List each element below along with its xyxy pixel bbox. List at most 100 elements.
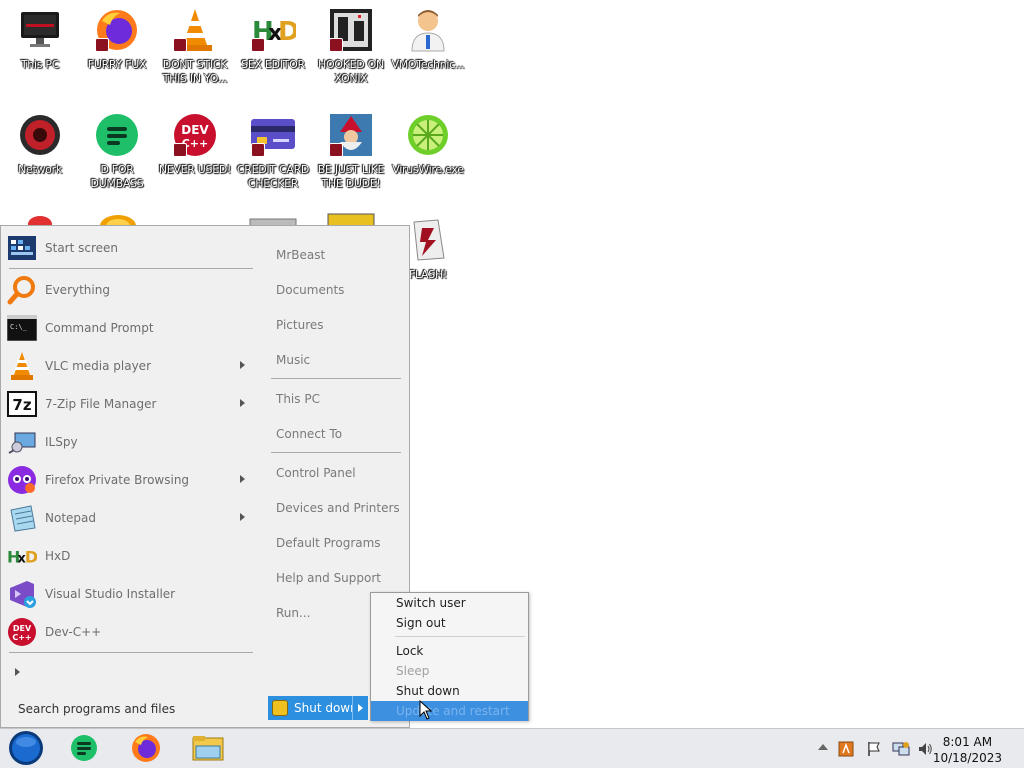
start-menu-item-command-prompt[interactable]: C:\_ Command Prompt xyxy=(7,311,255,345)
start-menu-item-ilspy[interactable]: ILSpy xyxy=(7,425,255,459)
desktop-icon-viruswire[interactable]: VirusWire.exe xyxy=(391,111,465,177)
places-link-devices-printers[interactable]: Devices and Printers xyxy=(276,501,400,515)
start-menu-item-label: Notepad xyxy=(45,511,96,525)
start-button[interactable] xyxy=(6,730,46,767)
desktop-icon-furry-fux[interactable]: FURRY FUX xyxy=(80,6,154,72)
start-menu-item-label: Dev-C++ xyxy=(45,625,102,639)
hxd-icon: HxD xyxy=(7,541,37,571)
vs-installer-icon xyxy=(7,579,37,609)
desktop-icon-vmotechnic[interactable]: VMOTechnic... xyxy=(391,6,465,72)
cmd-icon: C:\_ xyxy=(7,313,37,343)
all-programs-arrow-icon[interactable] xyxy=(15,668,20,676)
power-item-sleep: Sleep xyxy=(396,664,430,678)
desktop-icon-network[interactable]: Network xyxy=(3,111,77,177)
power-item-shut-down[interactable]: Shut down xyxy=(371,681,528,701)
power-options-menu: Switch user Sign out Lock Sleep Shut dow… xyxy=(370,592,529,721)
power-menu-separator xyxy=(395,636,525,637)
vlc-cone-icon xyxy=(7,351,37,381)
firefox-icon xyxy=(131,733,161,766)
places-link-documents[interactable]: Documents xyxy=(276,283,344,297)
start-menu-item-7zip[interactable]: 7z 7-Zip File Manager xyxy=(7,387,255,421)
xonix-game-icon xyxy=(327,6,375,54)
power-item-sign-out[interactable]: Sign out xyxy=(371,613,528,633)
ilspy-icon xyxy=(7,427,37,457)
shield-warning-icon xyxy=(272,700,288,716)
places-link-pictures[interactable]: Pictures xyxy=(276,318,324,332)
desktop-icon-partial-1[interactable] xyxy=(20,212,60,226)
start-menu-item-label: Visual Studio Installer xyxy=(45,587,176,601)
desktop-icon-hooked-on-xonix[interactable]: HOOKED ON XONIX xyxy=(314,6,388,86)
devcpp-icon: DEV C++ xyxy=(7,617,37,647)
limewire-icon xyxy=(404,111,452,159)
desktop-icon-this-pc[interactable]: This PC xyxy=(3,6,77,72)
search-input[interactable]: Search programs and files xyxy=(18,702,175,716)
firefox-private-icon xyxy=(7,465,37,495)
svg-text:D: D xyxy=(25,548,37,567)
clock-date: 10/18/2023 xyxy=(932,751,1002,765)
monitor-icon xyxy=(16,6,64,54)
network-globe-icon xyxy=(16,111,64,159)
taskbar-app-firefox[interactable] xyxy=(128,733,164,765)
start-menu: Start screen Everything C:\_ Command Pro… xyxy=(0,225,410,728)
submenu-arrow-icon xyxy=(240,361,245,369)
places-link-control-panel[interactable]: Control Panel xyxy=(276,466,356,480)
start-menu-item-notepad[interactable]: Notepad xyxy=(7,501,255,535)
desktop-icon-never-used[interactable]: DEV C++ NEVER USED! xyxy=(158,111,232,177)
places-link-help-support[interactable]: Help and Support xyxy=(276,571,381,585)
credit-card-icon xyxy=(249,111,297,159)
submenu-arrow-icon xyxy=(240,475,245,483)
chevron-right-icon xyxy=(358,704,363,712)
desktop-icon-partial-4[interactable] xyxy=(326,212,376,226)
taskbar-app-file-explorer[interactable] xyxy=(190,733,226,765)
doctor-icon xyxy=(404,6,452,54)
power-item-update-restart[interactable]: Update and restart xyxy=(371,701,528,721)
shortcut-overlay-icon xyxy=(251,143,265,157)
start-menu-item-devcpp[interactable]: DEV C++ Dev-C++ xyxy=(7,615,255,649)
show-hidden-icons-chevron-icon[interactable] xyxy=(818,744,828,750)
desktop-icon-be-just-like-the-dude[interactable]: BE JUST LIKE THE DUDE! xyxy=(314,111,388,191)
shutdown-label: Shut down xyxy=(294,701,358,715)
shortcut-overlay-icon xyxy=(173,143,187,157)
svg-text:7z: 7z xyxy=(12,396,31,414)
places-link-run[interactable]: Run... xyxy=(276,606,310,620)
shortcut-overlay-icon xyxy=(329,143,343,157)
desktop-icon-partial-2[interactable] xyxy=(95,212,141,226)
desktop-icon-d-for-dumbass[interactable]: D FOR DUMBASS xyxy=(80,111,154,191)
taskbar: 8:01 AM 10/18/2023 xyxy=(0,728,1024,768)
power-item-switch-user[interactable]: Switch user xyxy=(371,593,528,613)
places-link-default-programs[interactable]: Default Programs xyxy=(276,536,381,550)
places-link-connect-to[interactable]: Connect To xyxy=(276,427,342,441)
magnifier-icon xyxy=(7,275,37,305)
places-link-user[interactable]: MrBeast xyxy=(276,248,325,262)
desktop-icon-dont-stick[interactable]: DONT STICK THIS IN YO... xyxy=(158,6,232,86)
shortcut-overlay-icon xyxy=(329,38,343,52)
start-menu-item-everything[interactable]: Everything xyxy=(7,273,255,307)
start-menu-item-vlc[interactable]: VLC media player xyxy=(7,349,255,383)
start-menu-item-label: ILSpy xyxy=(45,435,78,449)
start-menu-item-firefox-private[interactable]: Firefox Private Browsing xyxy=(7,463,255,497)
svg-text:C:\_: C:\_ xyxy=(10,323,28,331)
start-menu-item-label: Start screen xyxy=(45,241,119,255)
start-menu-item-hxd[interactable]: HxD HxD xyxy=(7,539,255,573)
start-menu-item-vs-installer[interactable]: Visual Studio Installer xyxy=(7,577,255,611)
volume-icon[interactable] xyxy=(917,741,933,757)
taskbar-clock[interactable]: 8:01 AM 10/18/2023 xyxy=(933,734,1002,766)
network-tray-icon[interactable] xyxy=(892,741,910,757)
shortcut-overlay-icon xyxy=(251,38,265,52)
places-link-music[interactable]: Music xyxy=(276,353,310,367)
action-center-flag-icon[interactable] xyxy=(866,741,882,757)
svg-text:DEV: DEV xyxy=(181,123,209,137)
start-menu-separator xyxy=(9,268,253,269)
notepad-icon xyxy=(7,503,37,533)
taskbar-app-notes[interactable] xyxy=(66,733,102,765)
search-placeholder: Search programs and files xyxy=(18,702,176,716)
desktop-icon-credit-card-checker[interactable]: CREDIT CARD CHECKER xyxy=(236,111,310,191)
start-menu-item-label: 7-Zip File Manager xyxy=(45,397,157,411)
start-menu-item-start-screen[interactable]: Start screen xyxy=(7,231,255,265)
tray-app-orange-icon[interactable] xyxy=(838,741,854,757)
places-link-this-pc[interactable]: This PC xyxy=(276,392,320,406)
desktop-icon-sex-editor[interactable]: HxD SEX EDITOR xyxy=(236,6,310,72)
shutdown-options-button[interactable] xyxy=(352,696,368,720)
svg-text:C++: C++ xyxy=(12,633,31,642)
power-item-lock[interactable]: Lock xyxy=(371,641,528,661)
